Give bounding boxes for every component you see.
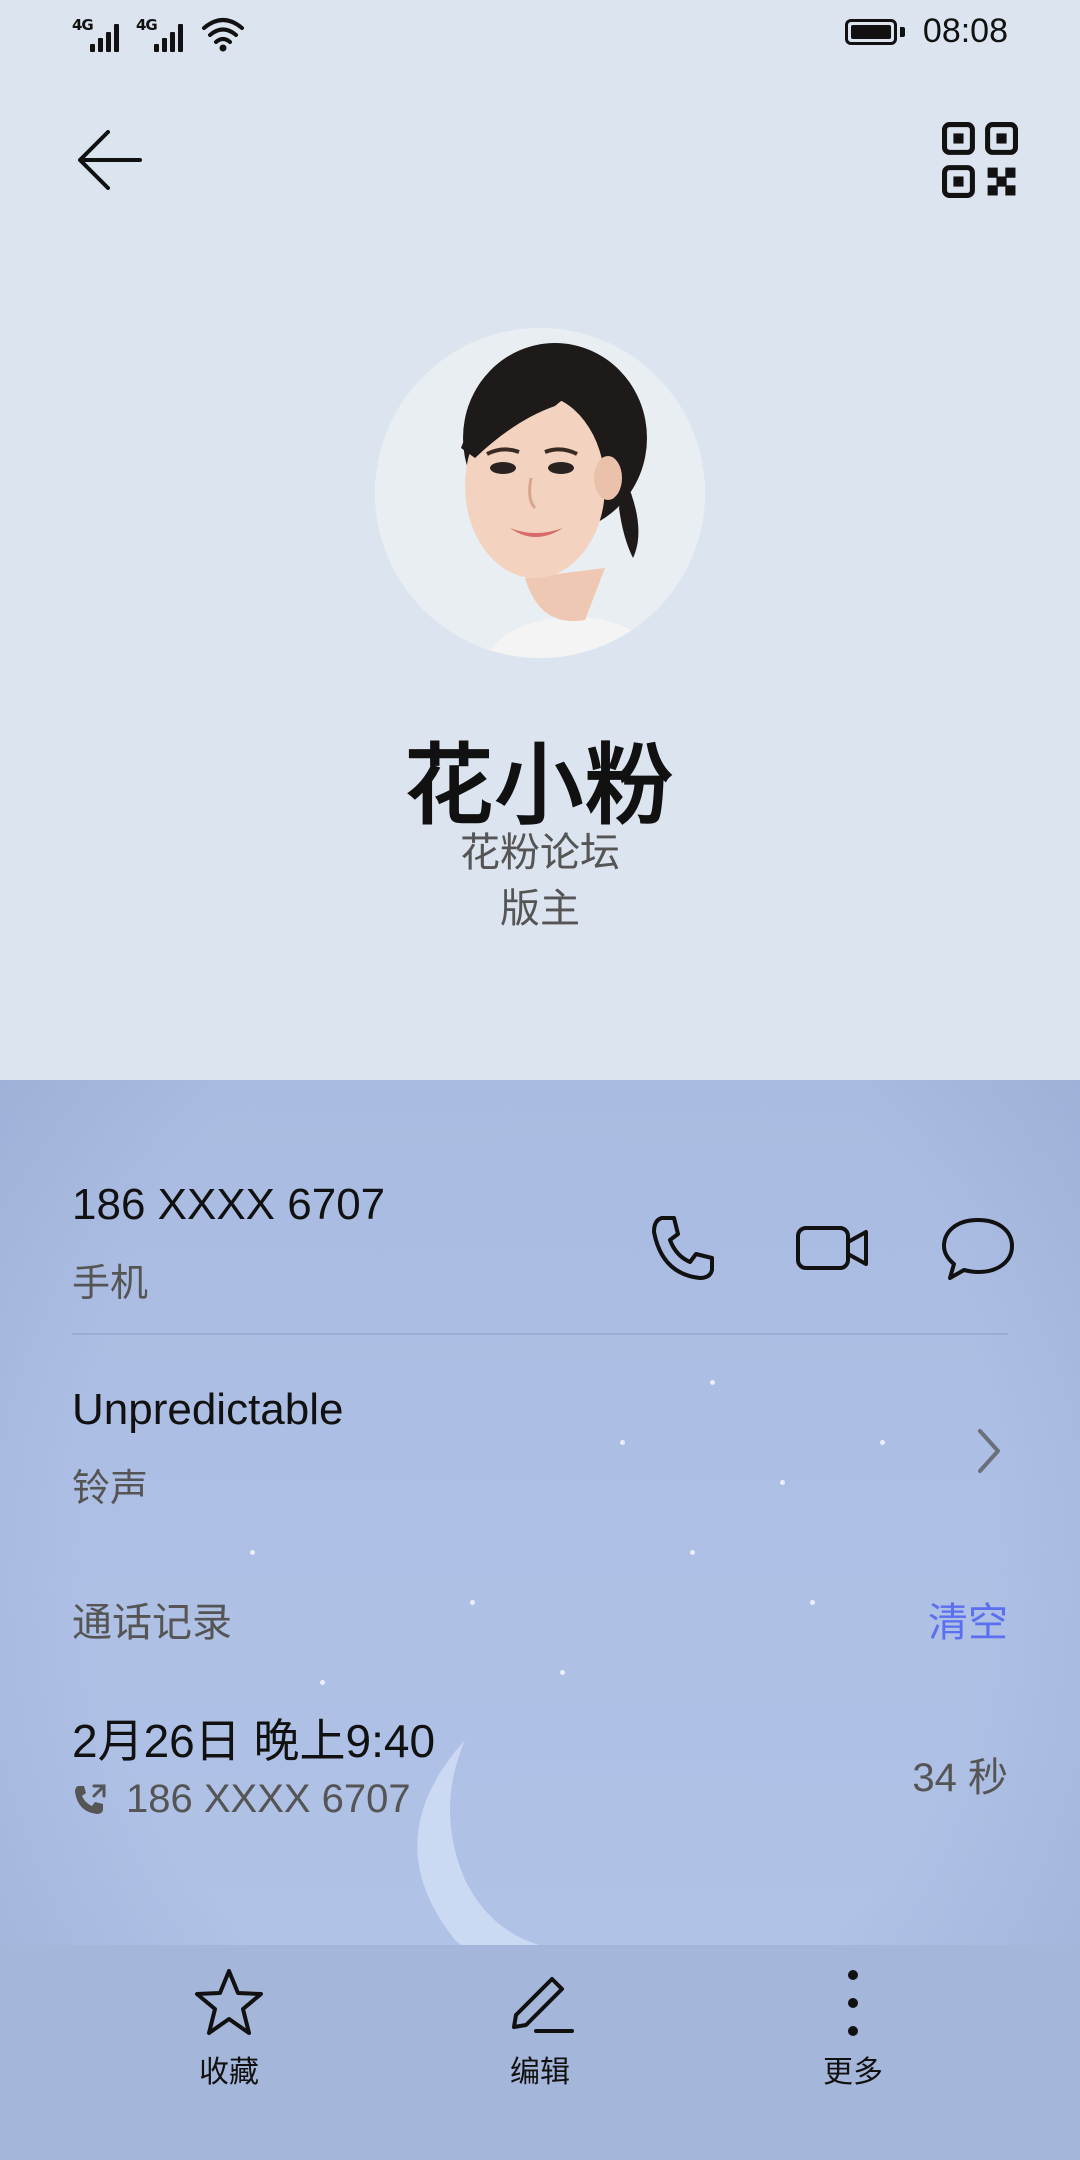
pencil-icon	[512, 1977, 574, 2033]
status-icons-left: 4G 4G	[72, 14, 246, 54]
more-vertical-icon	[848, 1970, 858, 2036]
favorite-button[interactable]: 收藏	[129, 1965, 329, 2105]
avatar-portrait	[375, 328, 705, 658]
phone-number: 186 XXXX 6707	[72, 1180, 386, 1229]
signal-strength-icon-2: 4G	[136, 14, 192, 54]
call-number: 186 XXXX 6707	[126, 1777, 411, 1821]
background-star	[690, 1550, 695, 1555]
ringtone-row[interactable]: Unpredictable 铃声	[72, 1385, 1008, 1515]
clear-call-log-button[interactable]: 清空	[928, 1590, 1008, 1648]
divider	[72, 1333, 1008, 1335]
call-log-header: 通话记录 清空	[72, 1590, 1008, 1650]
background-star	[560, 1670, 565, 1675]
background-star	[250, 1550, 255, 1555]
star-icon	[195, 1969, 263, 2035]
ringtone-label: 铃声	[72, 1466, 149, 1510]
bottom-action-bar: 收藏 编辑 更多	[0, 1945, 1080, 2160]
contact-avatar[interactable]	[375, 328, 705, 658]
call-log-title: 通话记录	[72, 1600, 232, 1646]
qr-code-icon[interactable]	[942, 122, 1018, 198]
phone-number-row[interactable]: 186 XXXX 6707 手机	[72, 1180, 1014, 1320]
phone-call-icon[interactable]	[642, 1208, 722, 1288]
message-icon[interactable]	[938, 1208, 1018, 1288]
more-label: 更多	[823, 2055, 883, 2090]
edit-label: 编辑	[510, 2055, 570, 2090]
ringtone-name: Unpredictable	[72, 1385, 344, 1434]
clock: 08:08	[922, 12, 1008, 50]
background-star	[320, 1680, 325, 1685]
video-call-icon[interactable]	[792, 1208, 872, 1288]
call-datetime: 2月26日 晚上9:40	[72, 1715, 436, 1767]
chevron-right-icon	[978, 1429, 1000, 1473]
outgoing-call-icon	[75, 1784, 106, 1814]
status-bar: 4G 4G 08:08	[0, 0, 1080, 72]
signal-strength-icon: 4G	[72, 14, 128, 54]
top-bar	[0, 110, 1080, 210]
edit-button[interactable]: 编辑	[440, 1965, 640, 2105]
call-log-entry[interactable]: 2月26日 晚上9:40 186 XXXX 6707 34 秒	[72, 1705, 1008, 1835]
status-icons-right: 08:08	[844, 12, 1008, 51]
favorite-label: 收藏	[199, 2055, 259, 2090]
battery-icon	[844, 17, 905, 47]
wifi-icon	[202, 18, 244, 52]
call-detail: 186 XXXX 6707	[72, 1777, 411, 1822]
back-arrow-icon[interactable]	[70, 120, 150, 200]
call-duration: 34 秒	[912, 1756, 1008, 1800]
contact-company: 花粉论坛	[460, 830, 620, 876]
more-button[interactable]: 更多	[753, 1965, 953, 2105]
phone-type-label: 手机	[72, 1261, 149, 1305]
contact-job-title: 版主	[500, 886, 580, 932]
